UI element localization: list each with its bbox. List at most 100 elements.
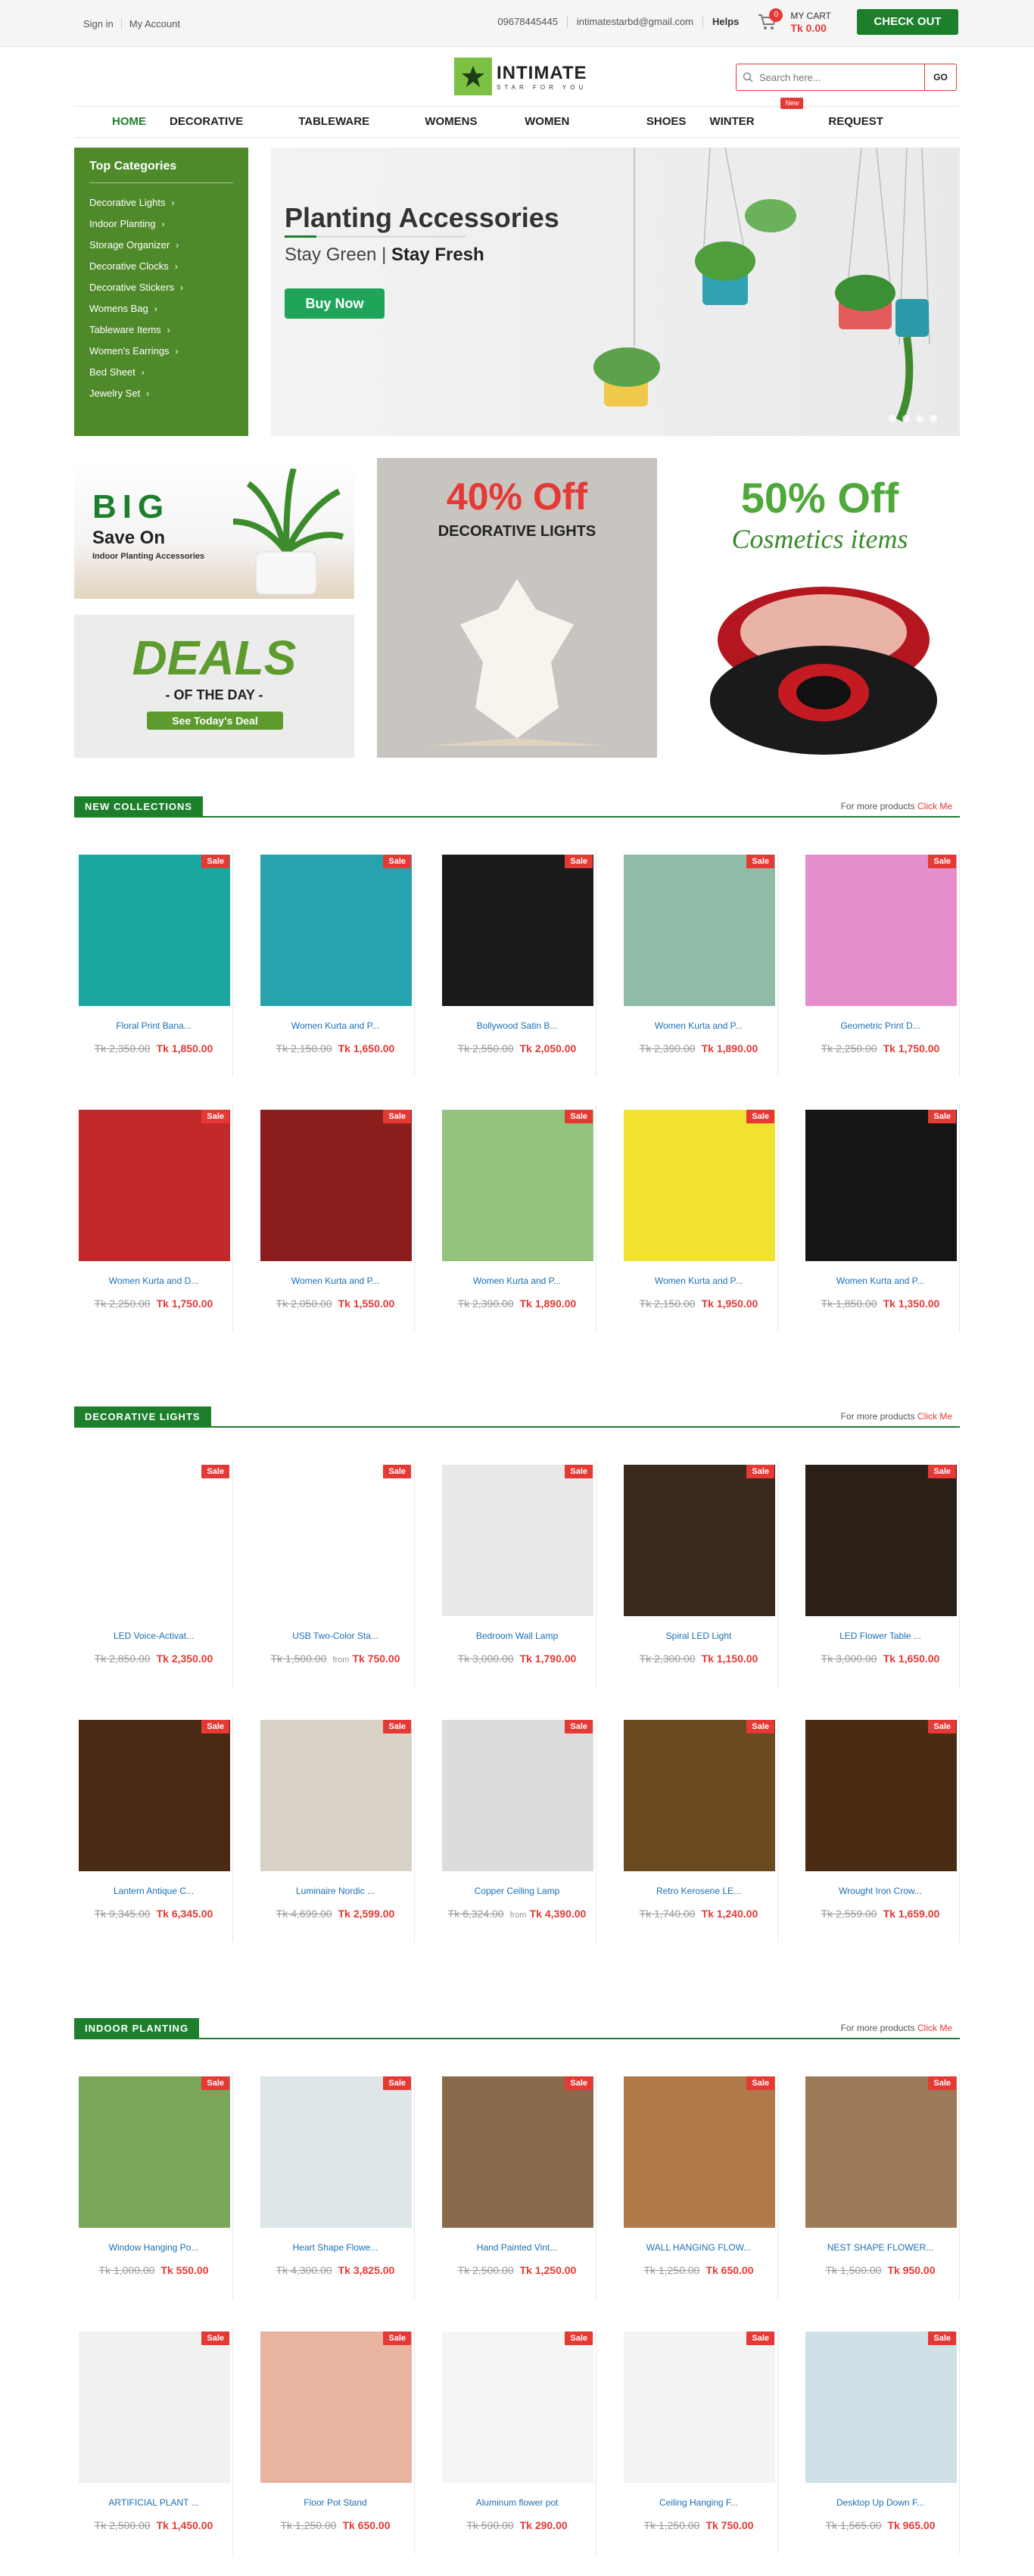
product-card[interactable]: Sale Heart Shape Flowe... Tk 4,300.00 Tk 3,… (256, 2072, 415, 2299)
product-card[interactable]: Sale WALL HANGING FLOW... Tk 1,250.00 Tk 65… (619, 2072, 778, 2299)
product-name[interactable]: Aluminum flower pot (438, 2497, 596, 2508)
product-name[interactable]: USB Two-Color Sta... (256, 1631, 415, 1641)
product-card[interactable]: Sale Spiral LED Light Tk 2,300.00 Tk 1,150.… (619, 1460, 778, 1687)
nav-home[interactable]: HOME (112, 107, 146, 137)
product-card[interactable]: Sale Wrought Iron Crow... Tk 2,559.00 Tk 1,… (801, 1715, 960, 1942)
my-account-link[interactable]: My Account (120, 18, 188, 30)
product-image[interactable] (805, 855, 957, 1006)
product-name[interactable]: NEST SHAPE FLOWER... (801, 2242, 960, 2253)
product-image[interactable] (805, 1720, 957, 1871)
product-name[interactable]: Wrought Iron Crow... (801, 1886, 960, 1896)
product-image[interactable] (442, 1720, 593, 1871)
click-me-link[interactable]: Click Me (917, 1411, 952, 1422)
product-name[interactable]: Women Kurta and P... (801, 1276, 960, 1286)
slider-dot[interactable] (916, 415, 923, 422)
product-name[interactable]: Floor Pot Stand (256, 2497, 415, 2508)
product-name[interactable]: Heart Shape Flowe... (256, 2242, 415, 2253)
sign-in-link[interactable]: Sign in (74, 18, 121, 30)
product-card[interactable]: Sale LED Voice-Activat... Tk 2,850.00 Tk 2,… (74, 1460, 233, 1687)
product-card[interactable]: Sale Women Kurta and P... Tk 2,390.00 Tk 1,… (619, 850, 778, 1077)
see-deal-button[interactable]: See Today's Deal (147, 712, 283, 730)
product-card[interactable]: Sale Geometric Print D... Tk 2,250.00 Tk 1,… (801, 850, 960, 1077)
product-image[interactable] (442, 855, 593, 1006)
product-image[interactable] (79, 2076, 230, 2228)
site-logo[interactable]: INTIMATE STAR FOR YOU (454, 58, 587, 95)
product-name[interactable]: Hand Painted Vint... (438, 2242, 596, 2253)
nav-decorative-items[interactable]: DECORATIVE ITEMS (170, 107, 275, 158)
product-card[interactable]: Sale Women Kurta and D... Tk 2,250.00 Tk 1,… (74, 1105, 233, 1332)
big-save-banner[interactable]: BIG Save On Indoor Planting Accessories (74, 458, 354, 599)
product-name[interactable]: Women Kurta and D... (74, 1276, 233, 1286)
hero-slider[interactable]: Planting Accessories Stay Green | Stay F… (271, 148, 960, 436)
product-image[interactable] (624, 1110, 775, 1261)
product-image[interactable] (260, 2331, 412, 2483)
nav-womens-bag[interactable]: WOMENS BAG (425, 107, 501, 158)
product-name[interactable]: Luminaire Nordic ... (256, 1886, 415, 1896)
product-card[interactable]: Sale Luminaire Nordic ... Tk 4,699.00 Tk 2,… (256, 1715, 415, 1942)
checkout-button[interactable]: CHECK OUT (857, 9, 958, 35)
product-card[interactable]: Sale ARTIFICIAL PLANT ... Tk 2,500.00 Tk 1,… (74, 2327, 233, 2554)
product-card[interactable]: Sale Women Kurta and P... Tk 2,150.00 Tk 1,… (619, 1105, 778, 1332)
product-name[interactable]: Retro Kerosene LE... (619, 1886, 778, 1896)
category-item[interactable]: Decorative Clocks › (89, 256, 233, 277)
product-image[interactable] (805, 1465, 957, 1616)
product-name[interactable]: ARTIFICIAL PLANT ... (74, 2497, 233, 2508)
category-item[interactable]: Tableware Items › (89, 319, 233, 341)
product-image[interactable] (624, 855, 775, 1006)
product-name[interactable]: Spiral LED Light (619, 1631, 778, 1641)
product-card[interactable]: Sale Ceiling Hanging F... Tk 1,250.00 Tk 75… (619, 2327, 778, 2554)
nav-women-watches[interactable]: WOMEN WATCHES (525, 107, 623, 158)
product-image[interactable] (442, 1465, 593, 1616)
product-image[interactable] (805, 2076, 957, 2228)
category-item[interactable]: Women's Earrings › (89, 341, 233, 362)
product-image[interactable] (624, 2076, 775, 2228)
search-input[interactable] (759, 64, 924, 90)
nav-request-product[interactable]: REQUEST PRODUCT (828, 107, 936, 158)
product-image[interactable] (79, 1465, 230, 1616)
product-name[interactable]: Women Kurta and P... (619, 1020, 778, 1031)
product-card[interactable]: Sale Window Hanging Po... Tk 1,000.00 Tk 55… (74, 2072, 233, 2299)
product-image[interactable] (442, 2331, 593, 2483)
product-card[interactable]: Sale Copper Ceiling Lamp Tk 6,324.00 from Tk… (438, 1715, 596, 1942)
category-item[interactable]: Bed Sheet › (89, 362, 233, 383)
buy-now-button[interactable]: Buy Now (285, 288, 385, 319)
product-card[interactable]: Sale Floral Print Bana... Tk 2,350.00 Tk 1,… (74, 850, 233, 1077)
click-me-link[interactable]: Click Me (917, 801, 952, 811)
product-name[interactable]: Women Kurta and P... (438, 1276, 596, 1286)
product-name[interactable]: Lantern Antique C... (74, 1886, 233, 1896)
slider-dot[interactable] (889, 415, 896, 422)
product-name[interactable]: LED Voice-Activat... (74, 1631, 233, 1641)
product-card[interactable]: Sale Retro Kerosene LE... Tk 1,740.00 Tk 1,… (619, 1715, 778, 1942)
product-name[interactable]: Women Kurta and P... (619, 1276, 778, 1286)
product-image[interactable] (442, 2076, 593, 2228)
nav-shoes[interactable]: SHOES (646, 107, 687, 137)
product-image[interactable] (260, 1110, 412, 1261)
product-name[interactable]: Geometric Print D... (801, 1020, 960, 1031)
slider-dot[interactable] (930, 415, 937, 422)
category-item[interactable]: Womens Bag › (89, 298, 233, 319)
product-image[interactable] (805, 2331, 957, 2483)
product-image[interactable] (79, 1110, 230, 1261)
deals-of-the-day-banner[interactable]: DEALS - OF THE DAY - See Today's Deal (74, 615, 354, 758)
product-name[interactable]: Copper Ceiling Lamp (438, 1886, 596, 1896)
click-me-link[interactable]: Click Me (917, 2023, 952, 2033)
decorative-lights-banner[interactable]: 40% Off DECORATIVE LIGHTS (377, 458, 657, 758)
nav-tableware-items[interactable]: TABLEWARE ITEMS (298, 107, 401, 158)
product-image[interactable] (805, 1110, 957, 1261)
helps-link[interactable]: Helps (702, 16, 748, 28)
product-name[interactable]: Bedroom Wall Lamp (438, 1631, 596, 1641)
product-card[interactable]: Sale Floor Pot Stand Tk 1,250.00 Tk 650.00 (256, 2327, 415, 2554)
product-card[interactable]: Sale Women Kurta and P... Tk 2,390.00 Tk 1,… (438, 1105, 596, 1332)
product-image[interactable] (260, 2076, 412, 2228)
category-item[interactable]: Storage Organizer › (89, 235, 233, 256)
product-card[interactable]: Sale Women Kurta and P... Tk 1,850.00 Tk 1,… (801, 1105, 960, 1332)
product-card[interactable]: Sale Women Kurta and P... Tk 2,050.00 Tk 1,… (256, 1105, 415, 1332)
product-card[interactable]: Sale Aluminum flower pot Tk 590.00 Tk 290.0… (438, 2327, 596, 2554)
product-card[interactable]: Sale Hand Painted Vint... Tk 2,500.00 Tk 1,… (438, 2072, 596, 2299)
more-products-link[interactable]: For more products Click Me (841, 2023, 952, 2033)
slider-dots[interactable] (883, 415, 937, 422)
product-card[interactable]: Sale Bollywood Satin B... Tk 2,550.00 Tk 2,… (438, 850, 596, 1077)
product-card[interactable]: Sale USB Two-Color Sta... Tk 1,500.00 from T… (256, 1460, 415, 1687)
product-name[interactable]: Ceiling Hanging F... (619, 2497, 778, 2508)
product-name[interactable]: Bollywood Satin B... (438, 1020, 596, 1031)
